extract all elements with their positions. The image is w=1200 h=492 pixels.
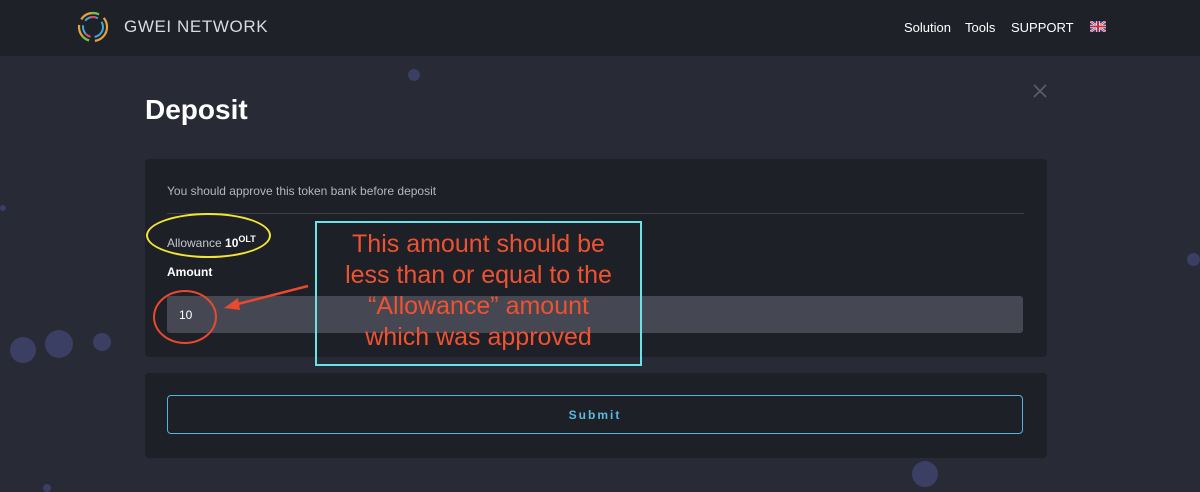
submit-button[interactable]: Submit (167, 395, 1023, 434)
annotation-line: less than or equal to the (345, 261, 612, 289)
close-icon[interactable] (1031, 82, 1049, 100)
nav-link-solution[interactable]: Solution (904, 20, 951, 35)
background-dot (93, 333, 111, 351)
annotation-arrow-icon (224, 284, 309, 310)
approval-info-text: You should approve this token bank befor… (167, 184, 437, 198)
nav-link-tools[interactable]: Tools (965, 20, 995, 35)
annotation-line: “Allowance” amount (368, 292, 589, 320)
annotation-line: This amount should be (352, 230, 605, 258)
uk-flag-icon[interactable] (1090, 21, 1106, 32)
amount-highlight-circle (153, 290, 217, 344)
background-dot (43, 484, 51, 492)
background-dot (1187, 253, 1200, 266)
submit-card: Submit (145, 373, 1047, 458)
annotation-text: This amount should be less than or equal… (317, 229, 640, 353)
amount-label: Amount (167, 265, 213, 279)
background-dot (0, 205, 6, 211)
nav-link-support[interactable]: SUPPORT (1011, 20, 1074, 35)
page-title: Deposit (145, 94, 248, 125)
annotation-line: which was approved (365, 323, 592, 351)
divider (167, 213, 1024, 214)
background-dot (912, 461, 938, 487)
allowance-highlight-ellipse (146, 213, 271, 258)
background-dot (408, 69, 420, 81)
annotation-callout-box: This amount should be less than or equal… (315, 221, 642, 366)
ring-logo-icon[interactable] (76, 10, 110, 44)
top-navbar: GWEI NETWORK Solution Tools SUPPORT (0, 0, 1200, 56)
background-dot (45, 330, 73, 358)
brand-name[interactable]: GWEI NETWORK (124, 17, 268, 37)
background-dot (10, 337, 36, 363)
